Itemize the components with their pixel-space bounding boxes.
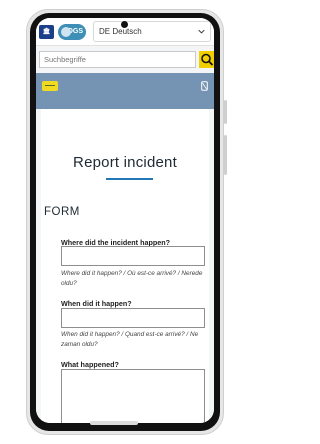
search-bar: [39, 51, 214, 68]
location-field[interactable]: [61, 246, 205, 266]
mobile-icon[interactable]: [201, 81, 208, 91]
hero-banner: [36, 73, 214, 109]
screen: 🏛 DGS DE Deutsch Suchbegriffe Report inc…: [36, 18, 214, 423]
dgs-logo[interactable]: DGS: [58, 24, 86, 40]
brand-logo: [42, 81, 58, 91]
phone-bezel: 🏛 DGS DE Deutsch Suchbegriffe Report inc…: [30, 13, 220, 431]
search-button[interactable]: [199, 51, 214, 68]
volume-button: [224, 100, 227, 124]
title-underline: [106, 178, 153, 180]
camera-icon: [121, 21, 128, 28]
search-input[interactable]: [39, 51, 196, 68]
home-indicator: [90, 421, 138, 425]
power-button: [224, 135, 227, 175]
description-label: What happened?: [61, 360, 119, 369]
language-select-value: DE Deutsch: [99, 27, 142, 36]
logo-circle-icon: [61, 27, 71, 37]
chevron-down-icon: [198, 29, 205, 34]
time-hint: When did it happen? / Quand est-ce arriv…: [61, 331, 199, 348]
language-select[interactable]: DE Deutsch: [93, 21, 211, 42]
time-field[interactable]: [61, 308, 205, 328]
form-heading: FORM: [44, 206, 80, 218]
main-content: Report incident FORM Where did the incid…: [36, 109, 214, 423]
page-title: Report incident: [73, 154, 177, 171]
form-container: Report incident FORM Where did the incid…: [41, 109, 209, 423]
phone-frame: 🏛 DGS DE Deutsch Suchbegriffe Report inc…: [26, 9, 227, 435]
location-hint: Where did it happen? / Où est-ce arrivé?…: [61, 270, 203, 287]
description-field[interactable]: [61, 369, 205, 423]
search-icon: [201, 53, 214, 66]
ministry-logo[interactable]: 🏛: [39, 25, 54, 39]
time-label: When did it happen?: [61, 299, 132, 308]
